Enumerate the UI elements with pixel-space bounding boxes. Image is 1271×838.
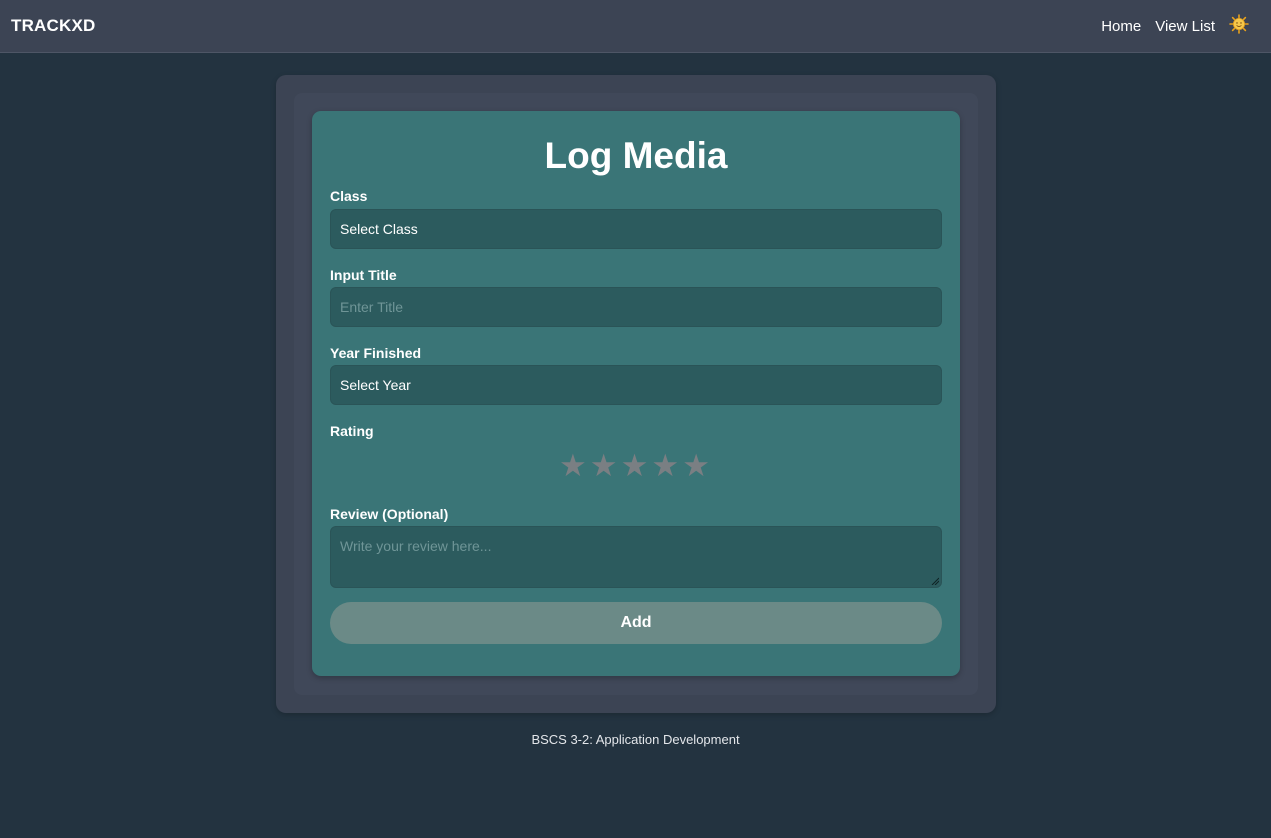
top-navbar: TRACKXD Home View List bbox=[0, 0, 1271, 53]
class-label: Class bbox=[330, 188, 368, 204]
star-icon-3[interactable]: ★ bbox=[621, 448, 652, 483]
star-rating: ★★★★★ bbox=[312, 448, 960, 484]
title-input[interactable]: Enter Title bbox=[330, 287, 942, 327]
title-label: Input Title bbox=[330, 267, 397, 283]
star-icon-5[interactable]: ★ bbox=[682, 448, 713, 483]
resize-grip-icon[interactable] bbox=[931, 577, 939, 585]
title-input-placeholder: Enter Title bbox=[340, 299, 404, 315]
footer-text: BSCS 3-2: Application Development bbox=[531, 732, 740, 747]
class-select-value: Select Class bbox=[340, 221, 418, 237]
rating-label: Rating bbox=[330, 423, 374, 439]
add-button[interactable]: Add bbox=[330, 602, 942, 644]
star-icon-1[interactable]: ★ bbox=[559, 448, 590, 483]
year-select-value: Select Year bbox=[340, 377, 411, 393]
year-label: Year Finished bbox=[330, 345, 422, 361]
page-title: Log Media bbox=[544, 135, 728, 176]
nav-links: Home View List bbox=[1087, 14, 1249, 38]
year-select[interactable]: Select Year bbox=[330, 365, 942, 405]
nav-link-view-list[interactable]: View List bbox=[1155, 18, 1215, 35]
class-select[interactable]: Select Class bbox=[330, 209, 942, 249]
review-label: Review (Optional) bbox=[330, 506, 449, 522]
nav-link-home[interactable]: Home bbox=[1101, 18, 1141, 35]
brand-logo[interactable]: TRACKXD bbox=[11, 16, 96, 36]
star-icon-2[interactable]: ★ bbox=[590, 448, 621, 483]
star-icon-4[interactable]: ★ bbox=[651, 448, 682, 483]
review-placeholder: Write your review here... bbox=[340, 538, 492, 554]
sun-face-icon[interactable] bbox=[1229, 14, 1249, 34]
log-media-card: Log Media Class Select Class Input Title… bbox=[312, 111, 960, 676]
review-textarea[interactable]: Write your review here... bbox=[330, 526, 942, 588]
